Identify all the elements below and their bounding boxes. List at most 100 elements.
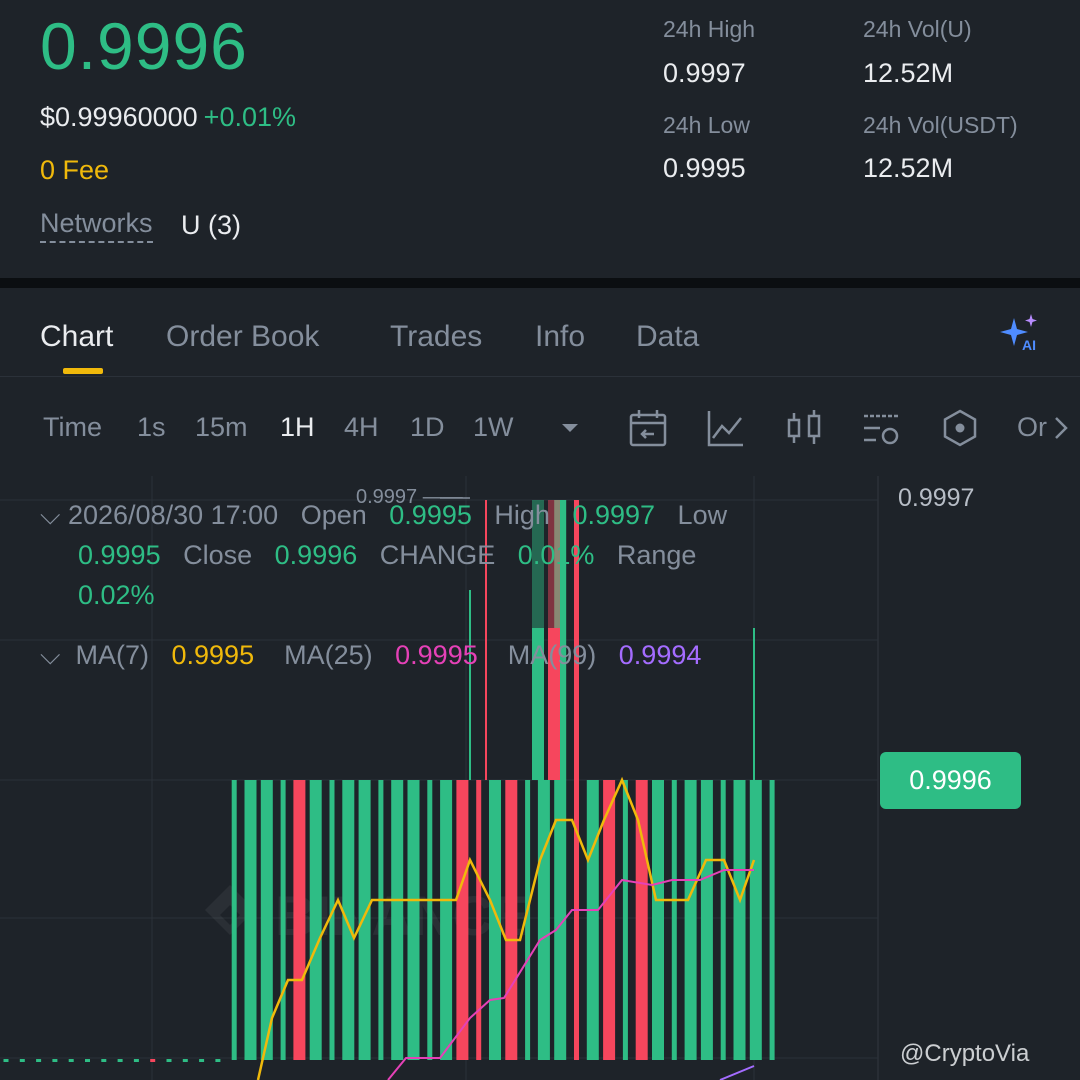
- networks-label[interactable]: Networks: [40, 208, 153, 243]
- indicator-line-icon[interactable]: [706, 408, 746, 448]
- more-options-label[interactable]: Or: [1017, 412, 1047, 443]
- price-axis-top-label: 0.9997: [898, 484, 975, 512]
- candle: [622, 780, 628, 1060]
- tab-bar: Chart Order Book Trades Info Data AI: [0, 288, 1080, 377]
- candle: [733, 780, 746, 1060]
- networks-value[interactable]: U (3): [181, 210, 241, 241]
- ma99-label: MA(99): [507, 640, 597, 670]
- time-label[interactable]: Time: [43, 412, 102, 443]
- tab-trades[interactable]: Trades: [390, 320, 482, 354]
- candle: [671, 780, 677, 1060]
- usd-price-row: $0.99960000 +0.01%: [40, 102, 296, 133]
- tab-info[interactable]: Info: [535, 320, 585, 354]
- candle: [684, 780, 697, 1060]
- candle: [280, 780, 286, 1060]
- candle: [407, 780, 420, 1060]
- last-price: 0.9996: [40, 9, 248, 83]
- low-value: 0.9995: [663, 153, 746, 183]
- tab-order-book[interactable]: Order Book: [166, 320, 319, 354]
- candle: [358, 780, 371, 1060]
- current-price-tag: 0.9996: [880, 752, 1021, 809]
- candle: [101, 1059, 107, 1062]
- high-value-chart: 0.9997: [572, 500, 656, 530]
- candle: [427, 780, 433, 1060]
- interval-1w[interactable]: 1W: [473, 412, 514, 443]
- candle: [329, 780, 335, 1060]
- open-label: Open: [300, 500, 367, 530]
- candle: [166, 1059, 172, 1062]
- candle: [769, 780, 775, 1060]
- candle: [19, 1059, 25, 1062]
- ma99-value: 0.9994: [618, 640, 702, 670]
- ma25-label: MA(25): [284, 640, 373, 670]
- candle: [378, 780, 384, 1060]
- chart-toolbar: Time 1s 15m 1H 4H 1D 1W Or: [0, 376, 1080, 476]
- close-label: Close: [183, 540, 253, 570]
- candle: [68, 1059, 74, 1062]
- open-value: 0.9995: [389, 500, 472, 530]
- low-label: 24h Low: [663, 112, 750, 138]
- source-watermark: @CryptoVia: [900, 1040, 1030, 1067]
- high-value: 0.9997: [663, 58, 746, 88]
- section-divider: [0, 278, 1080, 288]
- ma-collapse-chevron-icon[interactable]: ⌵: [40, 640, 60, 670]
- range-value: 0.02%: [78, 580, 155, 610]
- ma99-line: [719, 1065, 755, 1080]
- candle: [231, 780, 237, 1060]
- ma-legend: ⌵ MA(7) 0.9995 MA(25) 0.9995 MA(99) 0.99…: [40, 640, 701, 672]
- candle: [133, 1059, 139, 1062]
- calendar-icon[interactable]: [628, 408, 668, 448]
- range-label: Range: [616, 540, 697, 570]
- ma25-value: 0.9995: [395, 640, 478, 670]
- candle: [309, 780, 322, 1060]
- candle: [440, 780, 453, 1060]
- high-label-chart: High: [494, 500, 550, 530]
- interval-1h[interactable]: 1H: [280, 412, 315, 443]
- candle: [456, 780, 469, 1060]
- ma7-label: MA(7): [75, 640, 149, 670]
- candle-datetime: 2026/08/30 17:00: [67, 500, 279, 530]
- candle: [199, 1059, 205, 1062]
- candle: [36, 1059, 42, 1062]
- interval-4h[interactable]: 4H: [344, 412, 379, 443]
- interval-1s[interactable]: 1s: [137, 412, 166, 443]
- ticker-header: 0.9996 $0.99960000 +0.01% 0 Fee Networks …: [0, 0, 1080, 278]
- hexagon-settings-icon[interactable]: [940, 408, 980, 448]
- candle: [215, 1059, 221, 1062]
- high-label: 24h High: [663, 16, 756, 42]
- candle: [720, 780, 726, 1060]
- vol-u-value: 12.52M: [863, 58, 954, 88]
- candle: [505, 780, 518, 1060]
- ai-sparkle-icon[interactable]: AI: [998, 314, 1042, 354]
- chart-settings-icon[interactable]: [862, 408, 902, 448]
- candle: [150, 1059, 156, 1062]
- collapse-chevron-icon[interactable]: ⌵: [40, 500, 60, 530]
- candle: [182, 1059, 188, 1062]
- fee-badge: 0 Fee: [40, 155, 110, 185]
- change-value: 0.01%: [517, 540, 595, 570]
- interval-1d[interactable]: 1D: [410, 412, 445, 443]
- candle: [652, 780, 664, 1060]
- vol-usdt-label: 24h Vol(USDT): [863, 112, 1018, 138]
- candle: [700, 780, 713, 1060]
- candle: [391, 780, 404, 1060]
- ma7-value: 0.9995: [171, 640, 255, 670]
- candle: [603, 780, 616, 1060]
- chevron-down-icon[interactable]: [555, 408, 595, 448]
- vol-u-label: 24h Vol(U): [863, 16, 972, 42]
- candle: [749, 780, 762, 1060]
- candle: [586, 780, 599, 1060]
- candlestick-type-icon[interactable]: [784, 408, 824, 448]
- candle: [244, 780, 257, 1060]
- candle: [537, 780, 550, 1060]
- interval-15m[interactable]: 15m: [195, 412, 248, 443]
- tab-chart[interactable]: Chart: [40, 320, 113, 354]
- change-percent: +0.01%: [203, 102, 296, 132]
- candle: [342, 780, 355, 1060]
- candle-info-panel: ⌵ 2026/08/30 17:00 Open 0.9995 High 0.99…: [40, 495, 780, 615]
- candle: [52, 1059, 58, 1062]
- tab-data[interactable]: Data: [636, 320, 699, 354]
- close-value: 0.9996: [274, 540, 358, 570]
- candle: [117, 1059, 123, 1062]
- chevron-right-icon[interactable]: [1048, 408, 1072, 448]
